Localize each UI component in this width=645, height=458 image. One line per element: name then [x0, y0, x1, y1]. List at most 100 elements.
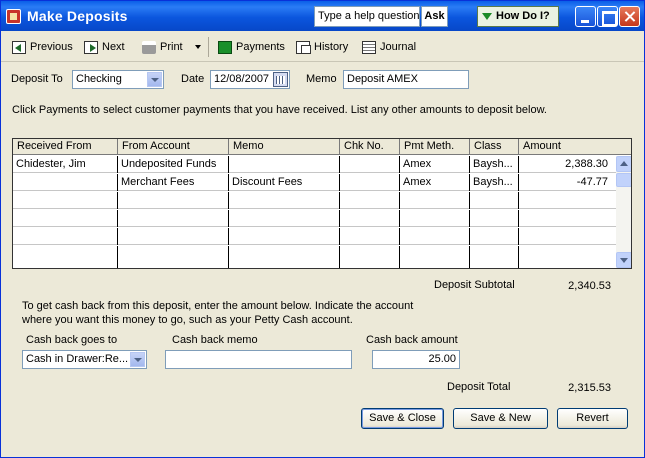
cell-received-from[interactable]	[13, 174, 118, 191]
deposit-total-label: Deposit Total	[447, 381, 511, 393]
previous-button[interactable]: Previous	[12, 38, 73, 56]
column-from-account[interactable]: From Account	[118, 139, 229, 155]
table-row[interactable]	[13, 192, 617, 209]
maximize-button[interactable]	[597, 6, 618, 27]
cashback-amount-label: Cash back amount	[366, 334, 458, 346]
table-header: Received From From Account Memo Chk No. …	[13, 139, 631, 155]
payments-button[interactable]: Payments	[218, 38, 285, 56]
cell-amount[interactable]	[519, 210, 617, 227]
cell-memo[interactable]	[229, 192, 340, 209]
cell-class[interactable]	[470, 228, 519, 245]
cell-chk-no[interactable]	[340, 174, 400, 191]
column-class[interactable]: Class	[470, 139, 519, 155]
cell-memo[interactable]: Discount Fees	[229, 174, 340, 191]
cell-pmt-meth[interactable]: Amex	[400, 174, 470, 191]
cell-amount[interactable]: -47.77	[519, 174, 617, 191]
how-do-i-button[interactable]: How Do I?	[477, 6, 559, 27]
revert-button[interactable]: Revert	[557, 408, 628, 429]
table-row[interactable]	[13, 246, 617, 268]
cashback-memo-field[interactable]	[165, 350, 352, 369]
cell-pmt-meth[interactable]	[400, 228, 470, 245]
instructions-text: Click Payments to select customer paymen…	[12, 104, 547, 116]
cell-memo[interactable]	[229, 246, 340, 268]
print-dropdown-icon[interactable]	[195, 45, 201, 49]
cell-amount[interactable]	[519, 228, 617, 245]
scroll-thumb[interactable]	[616, 173, 631, 187]
cell-pmt-meth[interactable]	[400, 246, 470, 268]
history-button[interactable]: History	[296, 38, 348, 56]
cell-class[interactable]	[470, 210, 519, 227]
cashback-amount-field[interactable]: 25.00	[372, 350, 460, 369]
close-button[interactable]	[619, 6, 640, 27]
memo-field[interactable]: Deposit AMEX	[343, 70, 469, 89]
cell-memo[interactable]	[229, 210, 340, 227]
cashback-account-select[interactable]: Cash in Drawer:Re...	[22, 350, 147, 369]
cell-received-from[interactable]	[13, 192, 118, 209]
next-button[interactable]: Next	[84, 38, 125, 56]
cell-received-from[interactable]	[13, 246, 118, 268]
table-row[interactable]	[13, 210, 617, 227]
column-chk-no[interactable]: Chk No.	[340, 139, 400, 155]
cell-class[interactable]	[470, 192, 519, 209]
cashback-memo-label: Cash back memo	[172, 334, 258, 346]
history-icon	[296, 40, 311, 54]
deposit-to-select[interactable]: Checking	[72, 70, 164, 89]
cell-received-from[interactable]	[13, 228, 118, 245]
app-icon	[6, 9, 21, 24]
cashback-instructions-line2: where you want this money to go, such as…	[22, 314, 353, 326]
cell-pmt-meth[interactable]	[400, 192, 470, 209]
cell-from-account[interactable]	[118, 192, 229, 209]
previous-icon	[12, 40, 26, 54]
column-received-from[interactable]: Received From	[13, 139, 118, 155]
cell-memo[interactable]	[229, 228, 340, 245]
calendar-icon[interactable]	[273, 72, 288, 87]
journal-button[interactable]: Journal	[362, 38, 416, 56]
cell-amount[interactable]	[519, 246, 617, 268]
column-amount[interactable]: Amount	[519, 139, 631, 155]
cell-from-account[interactable]: Undeposited Funds	[118, 156, 229, 173]
table-row[interactable]	[13, 228, 617, 245]
cell-received-from[interactable]: Chidester, Jim	[13, 156, 118, 173]
cell-chk-no[interactable]	[340, 228, 400, 245]
print-button[interactable]: Print	[142, 38, 183, 56]
column-memo[interactable]: Memo	[229, 139, 340, 155]
deposit-subtotal-label: Deposit Subtotal	[434, 279, 515, 291]
date-field[interactable]: 12/08/2007	[210, 70, 290, 89]
cashback-account-value: Cash in Drawer:Re...	[26, 353, 129, 365]
minimize-button[interactable]	[575, 6, 596, 27]
cell-from-account[interactable]	[118, 246, 229, 268]
help-question-input[interactable]: Type a help question	[314, 6, 420, 27]
cell-memo[interactable]	[229, 156, 340, 173]
cell-chk-no[interactable]	[340, 210, 400, 227]
cell-pmt-meth[interactable]: Amex	[400, 156, 470, 173]
journal-label: Journal	[380, 41, 417, 53]
cell-pmt-meth[interactable]	[400, 210, 470, 227]
scroll-down-icon[interactable]	[616, 252, 631, 268]
table-row[interactable]: Chidester, Jim Undeposited Funds Amex Ba…	[13, 156, 617, 173]
ask-button[interactable]: Ask	[421, 6, 448, 27]
cell-from-account[interactable]	[118, 228, 229, 245]
table-scrollbar[interactable]	[616, 156, 631, 268]
how-do-i-label: How Do I?	[496, 10, 550, 22]
title-bar[interactable]: Make Deposits Type a help question Ask H…	[1, 1, 644, 31]
table-row[interactable]: Merchant Fees Discount Fees Amex Baysh..…	[13, 174, 617, 191]
scroll-up-icon[interactable]	[616, 156, 631, 172]
cell-class[interactable]: Baysh...	[470, 174, 519, 191]
cell-chk-no[interactable]	[340, 156, 400, 173]
save-new-button[interactable]: Save & New	[453, 408, 548, 429]
cell-chk-no[interactable]	[340, 246, 400, 268]
cell-from-account[interactable]	[118, 210, 229, 227]
cell-class[interactable]: Baysh...	[470, 156, 519, 173]
cell-amount[interactable]	[519, 192, 617, 209]
cell-from-account[interactable]: Merchant Fees	[118, 174, 229, 191]
chevron-down-icon[interactable]	[130, 352, 145, 367]
cell-class[interactable]	[470, 246, 519, 268]
column-pmt-meth[interactable]: Pmt Meth.	[400, 139, 470, 155]
save-close-button[interactable]: Save & Close	[361, 408, 444, 429]
chevron-down-icon[interactable]	[147, 72, 162, 87]
cell-received-from[interactable]	[13, 210, 118, 227]
deposit-subtotal-value: 2,340.53	[568, 280, 611, 292]
cell-chk-no[interactable]	[340, 192, 400, 209]
cell-amount[interactable]: 2,388.30	[519, 156, 617, 173]
toolbar: Previous Next Print Payments History Jou…	[1, 32, 644, 62]
